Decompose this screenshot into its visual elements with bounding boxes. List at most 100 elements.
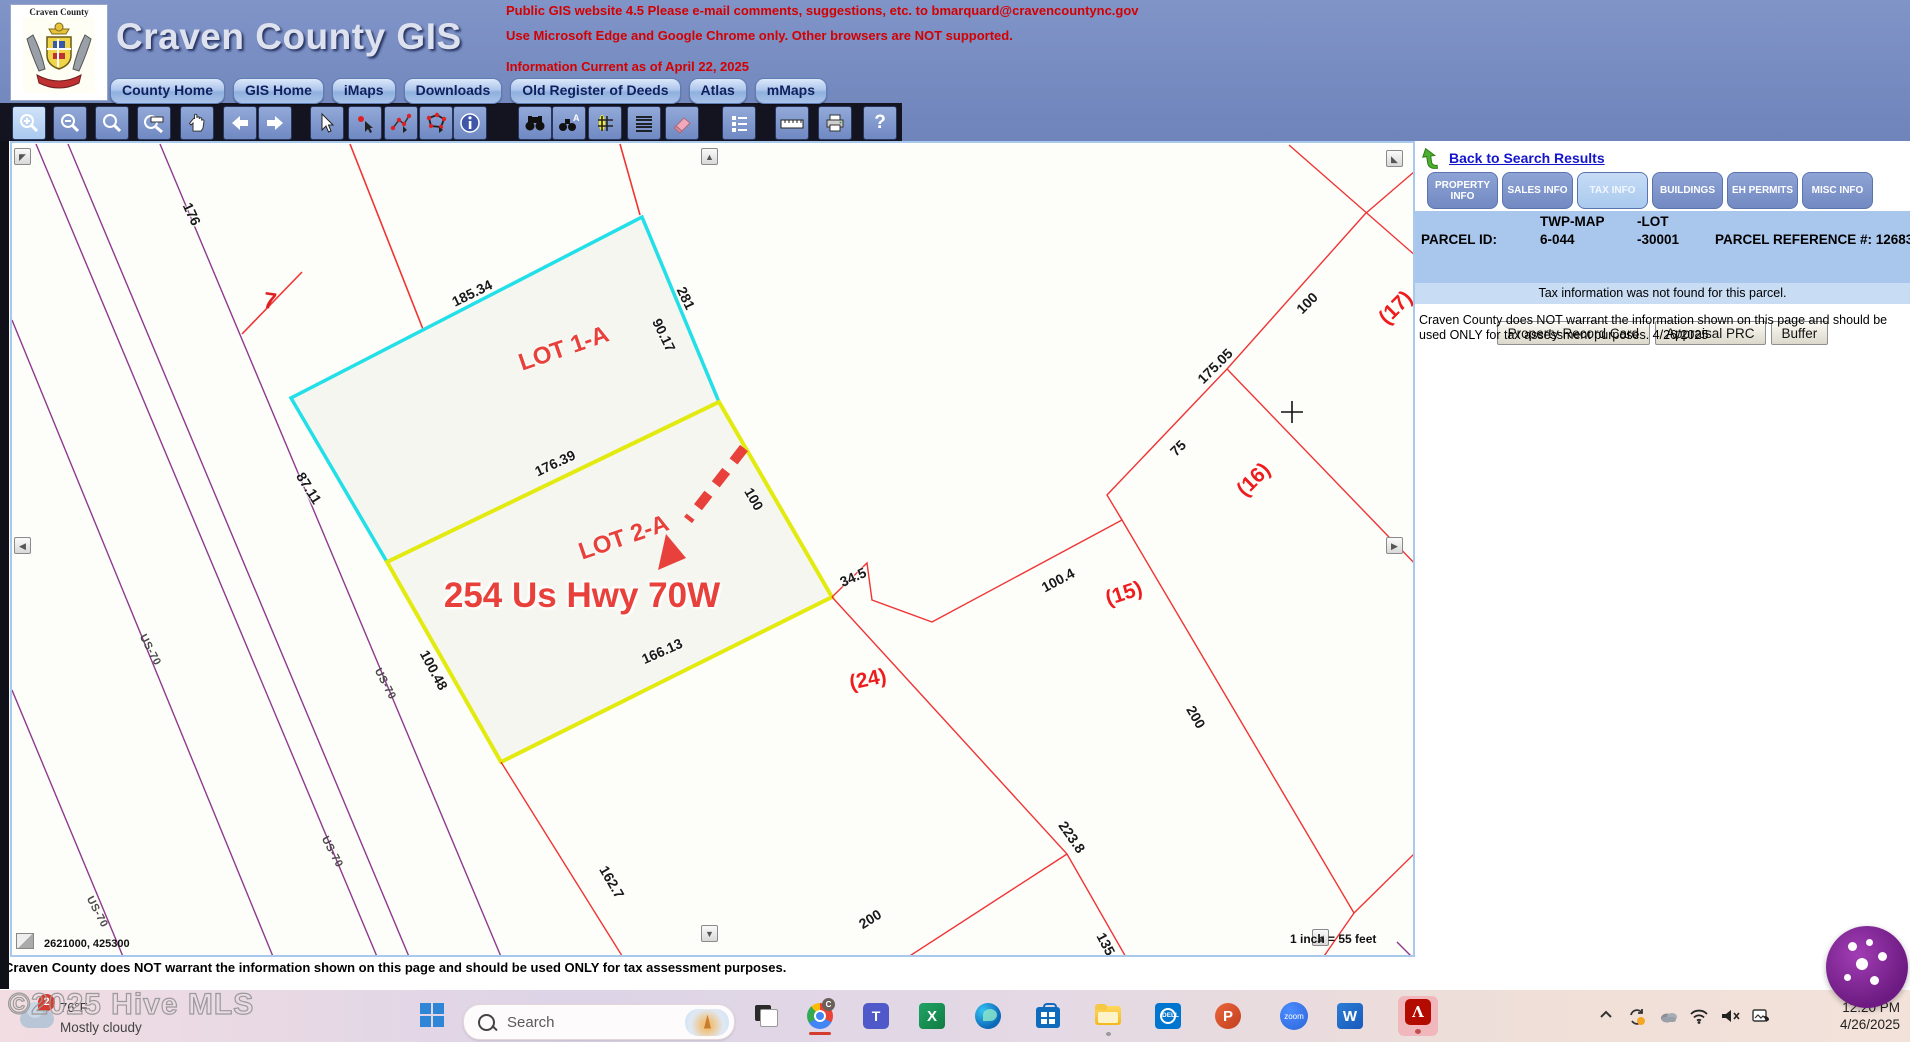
tray-onedrive-icon[interactable] — [1658, 1007, 1678, 1027]
tab-misc-info[interactable]: MISC INFO — [1802, 172, 1873, 209]
hive-mls-floating-widget[interactable] — [1826, 926, 1908, 1008]
zoom-full-extent-icon — [101, 112, 123, 134]
legend-button[interactable] — [722, 106, 756, 140]
map-coordinates-readout: 2621000, 425300 — [44, 938, 130, 950]
zoom-app-icon: zoom — [1280, 1002, 1308, 1030]
nav-old-register-of-deeds[interactable]: Old Register of Deeds — [510, 78, 680, 104]
search-placeholder: Search — [507, 1014, 555, 1031]
craven-county-gis-app: Craven County Craven County GIS Public G… — [0, 0, 1910, 1042]
dell-command-button[interactable]: DELL — [1154, 1002, 1182, 1030]
chrome-button[interactable]: C — [806, 1002, 834, 1030]
ruler-icon — [779, 112, 805, 134]
results-list-button[interactable] — [627, 106, 661, 140]
parcel-info-tabs: PROPERTY INFOSALES INFOTAX INFOBUILDINGS… — [1427, 172, 1873, 210]
pan-east-button[interactable]: ▶ — [1386, 537, 1403, 554]
file-explorer-button[interactable] — [1094, 1002, 1122, 1030]
parcel-info-panel: Back to Search Results PROPERTY INFOSALE… — [1415, 141, 1910, 988]
eraser-icon — [671, 112, 693, 134]
erase-button[interactable] — [665, 106, 699, 140]
top-navigation: County Home GIS Home iMaps Downloads Old… — [110, 78, 827, 103]
pan-northeast-button[interactable]: ◣ — [1386, 150, 1403, 167]
select-point-button[interactable] — [348, 106, 382, 140]
map-viewport[interactable]: 1767185.34LOT 1-A28190.1787.11176.39100L… — [10, 141, 1415, 957]
zoom-full-extent-button[interactable] — [95, 106, 129, 140]
find-attribute-button[interactable]: A — [552, 106, 586, 140]
tab-eh-permits[interactable]: EH PERMITS — [1727, 172, 1798, 209]
powerpoint-button[interactable]: P — [1214, 1002, 1242, 1030]
word-icon: W — [1337, 1003, 1363, 1029]
tab-tax-info[interactable]: TAX INFO — [1577, 172, 1648, 209]
status-disclaimer-text: Craven County does NOT warrant the infor… — [4, 960, 786, 975]
nav-atlas[interactable]: Atlas — [689, 78, 747, 104]
measure-button[interactable] — [775, 106, 809, 140]
start-icon — [420, 1003, 431, 1014]
pan-northwest-button[interactable]: ◤ — [14, 148, 31, 165]
tray-photos-icon[interactable] — [1751, 1007, 1771, 1027]
highlight-hash-icon — [594, 112, 616, 134]
nav-gis-home[interactable]: GIS Home — [233, 78, 324, 104]
zoom-app-button[interactable]: zoom — [1280, 1002, 1308, 1030]
find-button[interactable] — [518, 106, 552, 140]
back-extent-button[interactable] — [223, 106, 257, 140]
tray-volume-muted-icon[interactable] — [1720, 1007, 1740, 1027]
highlight-button[interactable] — [588, 106, 622, 140]
powerpoint-icon: P — [1215, 1003, 1241, 1029]
back-green-arrow-icon — [1419, 146, 1443, 170]
tray-update-icon[interactable] — [1627, 1007, 1647, 1027]
notice-public-gis: Public GIS website 4.5 Please e-mail com… — [506, 3, 1139, 18]
zoom-out-button[interactable] — [53, 106, 87, 140]
question-mark-icon: ? — [874, 112, 886, 134]
twp-map-label: TWP-MAP — [1540, 214, 1605, 229]
select-line-button[interactable] — [384, 106, 418, 140]
back-to-search-results-link[interactable]: Back to Search Results — [1449, 150, 1605, 166]
status-bar: Craven County does NOT warrant the infor… — [0, 957, 1910, 990]
tab-property-info[interactable]: PROPERTY INFO — [1427, 172, 1498, 209]
back-to-search-row: Back to Search Results — [1419, 145, 1605, 171]
word-button[interactable]: W — [1336, 1002, 1364, 1030]
acrobat-button[interactable]: Λ — [1398, 996, 1438, 1036]
zoom-in-icon — [18, 112, 40, 134]
zoom-in-button[interactable] — [12, 106, 46, 140]
help-button[interactable]: ? — [863, 106, 897, 140]
coat-of-arms-icon — [23, 17, 95, 93]
pan-west-button[interactable]: ◀ — [14, 537, 31, 554]
forward-extent-button[interactable] — [258, 106, 292, 140]
select-polygon-button[interactable] — [419, 106, 453, 140]
edge-button[interactable] — [974, 1002, 1002, 1030]
tab-buildings[interactable]: BUILDINGS — [1652, 172, 1723, 209]
excel-button[interactable]: X — [918, 1002, 946, 1030]
taskbar-search-box[interactable]: Search — [463, 1004, 735, 1040]
system-tray — [1596, 1002, 1771, 1032]
identify-button[interactable] — [453, 106, 487, 140]
legend-list-icon — [728, 112, 750, 134]
printer-icon — [824, 112, 846, 134]
polygon-select-icon — [425, 112, 447, 134]
print-button[interactable] — [818, 106, 852, 140]
zoom-previous-button[interactable] — [137, 106, 171, 140]
nav-downloads[interactable]: Downloads — [404, 78, 503, 104]
notice-info-current: Information Current as of April 22, 2025 — [506, 59, 749, 74]
acrobat-icon: Λ — [1405, 999, 1431, 1025]
teams-button[interactable]: T — [862, 1002, 890, 1030]
lot-label: -LOT — [1637, 214, 1669, 229]
pan-north-button[interactable]: ▲ — [701, 148, 718, 165]
nav-mmaps[interactable]: mMaps — [755, 78, 827, 104]
pan-south-button[interactable]: ▼ — [701, 925, 718, 942]
pan-button[interactable] — [180, 106, 214, 140]
tray-wifi-icon[interactable] — [1689, 1007, 1709, 1027]
nav-county-home[interactable]: County Home — [110, 78, 225, 104]
tab-sales-info[interactable]: SALES INFO — [1502, 172, 1573, 209]
logo-caption: Craven County — [29, 7, 88, 17]
parcel-id-label: PARCEL ID: — [1421, 232, 1497, 247]
microsoft-store-button[interactable] — [1034, 1002, 1062, 1030]
line-select-icon — [390, 112, 412, 134]
svg-text:A: A — [573, 113, 580, 123]
tray-chevron-up-icon[interactable] — [1596, 1007, 1616, 1027]
nav-imaps[interactable]: iMaps — [332, 78, 396, 104]
list-icon — [633, 112, 655, 134]
dell-icon: DELL — [1155, 1003, 1181, 1029]
start-button[interactable] — [420, 1003, 446, 1029]
select-pointer-button[interactable] — [310, 106, 344, 140]
cursor-icon — [316, 112, 338, 134]
task-view-button[interactable] — [752, 1002, 780, 1030]
